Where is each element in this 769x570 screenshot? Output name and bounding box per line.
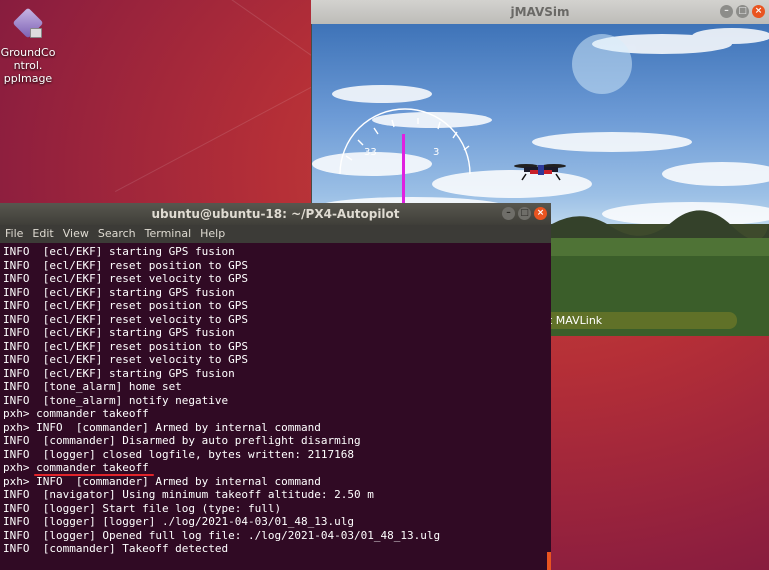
desktop-icon-label: GroundCo ntrol. ppImage xyxy=(0,46,56,85)
scrollbar-thumb[interactable] xyxy=(547,552,551,570)
minimize-button[interactable]: – xyxy=(502,207,515,220)
terminal-line: INFO [ecl/EKF] reset velocity to GPS xyxy=(3,312,249,326)
compass-label-33: 33 xyxy=(364,147,377,158)
terminal-output[interactable]: INFO [ecl/EKF] starting GPS fusion INFO [… xyxy=(0,243,551,570)
window-title: jMAVSim xyxy=(510,5,570,19)
terminal-line: INFO [logger] closed logfile, bytes writ… xyxy=(3,447,354,461)
terminal-titlebar[interactable]: ubuntu@ubuntu-18: ~/PX4-Autopilot – □ × xyxy=(0,203,551,225)
terminal-line: INFO [tone_alarm] home set xyxy=(3,380,182,393)
menu-help[interactable]: Help xyxy=(200,225,225,243)
terminal-line: INFO [ecl/EKF] starting GPS fusion xyxy=(3,245,235,258)
annotation-underline xyxy=(34,474,154,476)
menu-search[interactable]: Search xyxy=(98,225,136,243)
terminal-lines: INFO [ecl/EKF] starting GPS fusion INFO [… xyxy=(3,245,440,556)
terminal-line: INFO [ecl/EKF] starting GPS fusion xyxy=(3,285,235,299)
maximize-button[interactable]: □ xyxy=(518,207,531,220)
terminal-line: pxh> INFO [commander] Armed by internal … xyxy=(3,420,321,434)
maximize-button[interactable]: □ xyxy=(736,5,749,18)
desktop-icon-groundcontrol[interactable]: GroundCo ntrol. ppImage xyxy=(0,7,56,85)
menu-file[interactable]: File xyxy=(5,225,23,243)
terminal-line: INFO [tone_alarm] notify negative xyxy=(3,393,229,407)
terminal-line: INFO [logger] Start file log (type: full… xyxy=(3,501,282,515)
clouds xyxy=(312,28,769,226)
jmavsim-titlebar[interactable]: jMAVSim – □ × xyxy=(311,0,769,24)
status-text: t MAVLink xyxy=(548,314,603,327)
close-button[interactable]: × xyxy=(534,207,547,220)
minimize-button[interactable]: – xyxy=(720,5,733,18)
terminal-title: ubuntu@ubuntu-18: ~/PX4-Autopilot xyxy=(151,207,400,221)
menu-edit[interactable]: Edit xyxy=(32,225,53,243)
terminal-line: pxh> commander takeoff xyxy=(3,461,149,474)
terminal-window[interactable]: ubuntu@ubuntu-18: ~/PX4-Autopilot – □ × … xyxy=(0,203,551,570)
compass-label-3: 3 xyxy=(433,147,439,158)
terminal-line: INFO [ecl/EKF] starting GPS fusion xyxy=(3,326,235,339)
terminal-line: INFO [logger] Opened full log file: ./lo… xyxy=(3,528,441,542)
terminal-line: INFO [ecl/EKF] starting GPS fusion xyxy=(3,366,235,380)
menu-view[interactable]: View xyxy=(63,225,89,243)
terminal-line: INFO [ecl/EKF] reset position to GPS xyxy=(3,258,249,272)
terminal-line: INFO [ecl/EKF] reset position to GPS xyxy=(3,299,249,312)
terminal-line: INFO [ecl/EKF] reset position to GPS xyxy=(3,339,249,353)
terminal-line: INFO [commander] Disarmed by auto prefli… xyxy=(3,434,361,447)
sun-glare xyxy=(572,34,632,94)
terminal-line: INFO [commander] Takeoff detected xyxy=(3,542,229,555)
terminal-line: INFO [navigator] Using minimum takeoff a… xyxy=(3,488,374,501)
appimage-icon xyxy=(12,7,44,40)
terminal-line: pxh> INFO [commander] Armed by internal … xyxy=(3,474,321,488)
terminal-line: pxh> commander takeoff xyxy=(3,407,149,420)
terminal-line: INFO [ecl/EKF] reset velocity to GPS xyxy=(3,272,249,285)
terminal-line: INFO [logger] [logger] ./log/2021-04-03/… xyxy=(3,515,354,528)
terminal-menubar: File Edit View Search Terminal Help xyxy=(0,225,551,243)
close-button[interactable]: × xyxy=(752,5,765,18)
menu-terminal[interactable]: Terminal xyxy=(145,225,192,243)
terminal-line: INFO [ecl/EKF] reset velocity to GPS xyxy=(3,353,249,366)
